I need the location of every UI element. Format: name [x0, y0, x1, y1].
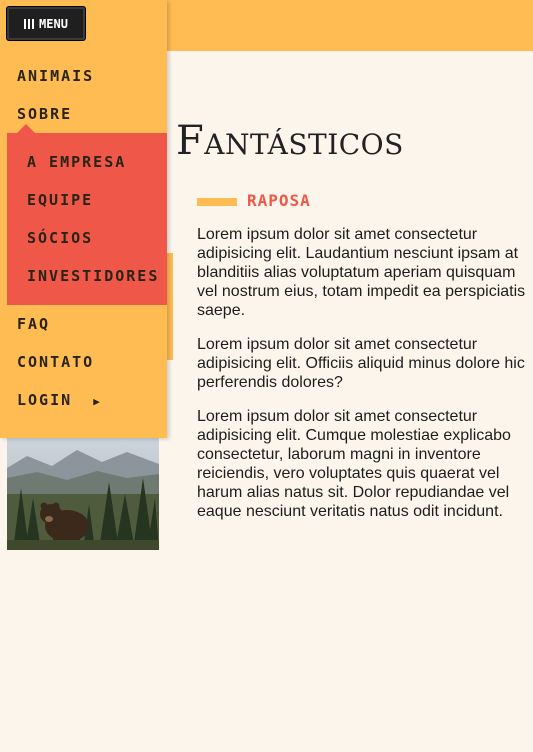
- nav-item-label: CONTATO: [17, 353, 95, 371]
- sobre-submenu: A EMPRESA EQUIPE SÓCIOS INVESTIDORES: [7, 124, 167, 305]
- menu-button[interactable]: MENU: [6, 6, 86, 41]
- caret-right-icon: ▶: [93, 395, 100, 408]
- page-title: Fantásticos: [176, 118, 404, 164]
- nav-item-label: LOGIN: [17, 391, 73, 409]
- submenu-item-label: SÓCIOS: [27, 229, 94, 247]
- nav-item-contato[interactable]: CONTATO: [17, 353, 94, 371]
- menu-bars-icon: [24, 18, 35, 29]
- nav-item-faq[interactable]: FAQ: [17, 315, 50, 333]
- nav-item-animais[interactable]: ANIMAIS: [17, 67, 94, 85]
- paragraph: Lorem ipsum dolor sit amet consectetur a…: [197, 408, 511, 520]
- main-content: Lorem ipsum dolor sit amet consectetur a…: [197, 225, 527, 536]
- submenu-item-a-empresa[interactable]: A EMPRESA: [27, 153, 126, 171]
- menu-button-label: MENU: [39, 16, 68, 31]
- nav-item-label: SOBRE: [17, 105, 73, 123]
- sidebar-nav: ANIMAIS SOBRE A EMPRESA EQUIPE SÓCIOS IN…: [0, 0, 167, 438]
- nav-item-label: FAQ: [17, 315, 51, 333]
- paragraph: Lorem ipsum dolor sit amet consectetur a…: [197, 336, 525, 391]
- subtitle-accent-bar: [197, 198, 237, 206]
- bear-image: [7, 438, 159, 550]
- submenu-item-label: EQUIPE: [27, 191, 94, 209]
- nav-item-sobre[interactable]: SOBRE: [17, 105, 72, 123]
- submenu-item-investidores[interactable]: INVESTIDORES: [27, 267, 159, 285]
- submenu-item-label: A EMPRESA: [27, 153, 127, 171]
- submenu-item-equipe[interactable]: EQUIPE: [27, 191, 93, 209]
- bear-photo: [7, 438, 159, 550]
- submenu-item-label: INVESTIDORES: [27, 267, 160, 285]
- paragraph: Lorem ipsum dolor sit amet consectetur a…: [197, 226, 526, 319]
- section-subtitle: RAPOSA: [247, 191, 311, 210]
- nav-item-label: ANIMAIS: [17, 67, 95, 85]
- nav-item-login[interactable]: LOGIN ▶: [17, 391, 100, 409]
- submenu-item-socios[interactable]: SÓCIOS: [27, 229, 93, 247]
